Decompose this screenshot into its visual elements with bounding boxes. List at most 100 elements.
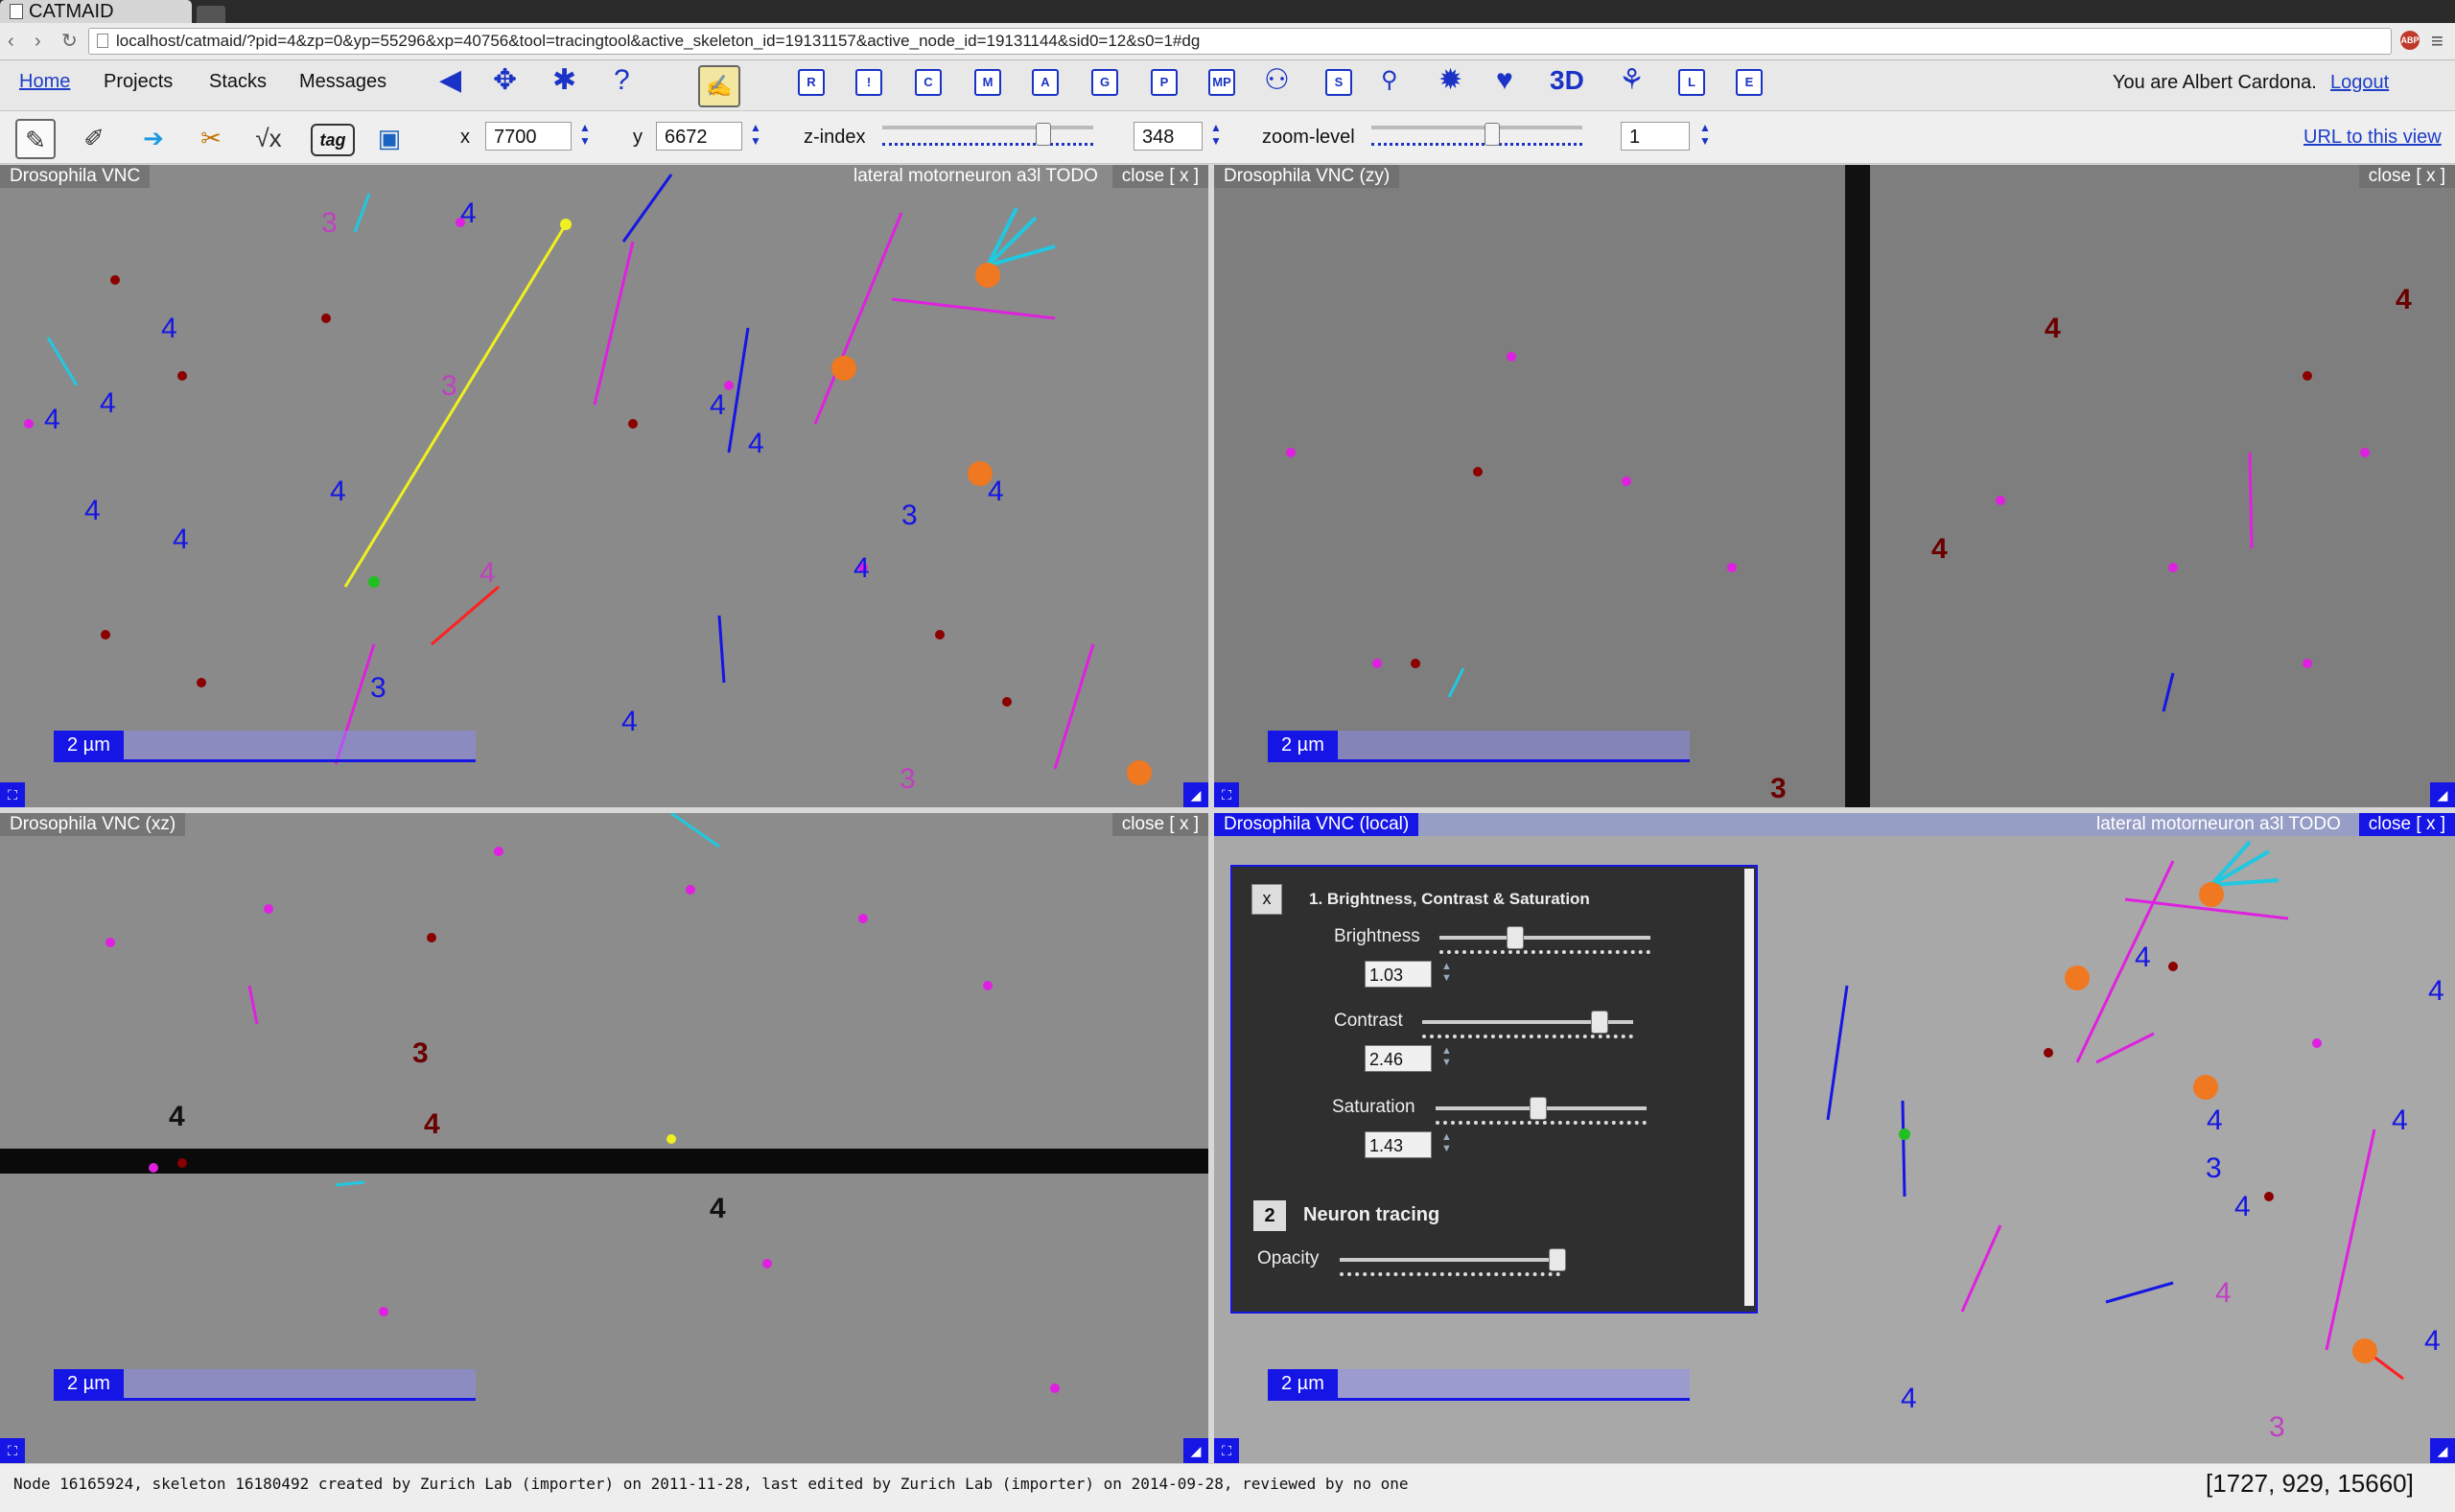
close-panel-button[interactable]: close [ x ]	[1111, 813, 1208, 836]
node[interactable]	[628, 419, 638, 429]
node[interactable]	[321, 314, 331, 323]
close-panel-button[interactable]: close [ x ]	[1111, 165, 1208, 188]
saturation-input[interactable]: 1.43	[1365, 1131, 1432, 1158]
active-node[interactable]	[1127, 760, 1152, 785]
node[interactable]	[935, 630, 945, 640]
tool-s-icon[interactable]: S	[1325, 69, 1352, 96]
node[interactable]	[2312, 1038, 2322, 1048]
brightness-stepper-icon[interactable]: ▲ ▼	[1441, 961, 1452, 984]
y-input[interactable]: 6672	[656, 122, 742, 151]
dialog-scrollbar[interactable]	[1744, 869, 1754, 1306]
heart-question-icon[interactable]: ♥	[1496, 63, 1513, 98]
node[interactable]	[1002, 697, 1012, 707]
stack-viewer-zy[interactable]: Drosophila VNC (zy) close [ x ] 4 4 4 3 …	[1214, 165, 2455, 807]
logout-link[interactable]: Logout	[2330, 72, 2389, 94]
fullscreen-toggle-icon[interactable]: ⛶	[1214, 782, 1239, 807]
contrast-stepper-icon[interactable]: ▲ ▼	[1441, 1045, 1452, 1068]
node[interactable]	[1622, 477, 1631, 486]
node[interactable]	[1507, 352, 1516, 361]
tool-a-icon[interactable]: A	[1032, 69, 1059, 96]
tool-m-icon[interactable]: M	[974, 69, 1001, 96]
brightness-slider-track[interactable]	[1439, 936, 1650, 940]
node[interactable]	[2168, 563, 2178, 572]
resize-handle-icon[interactable]: ◢	[2430, 1438, 2455, 1463]
saturation-slider-handle[interactable]	[1530, 1097, 1547, 1120]
tag-button[interactable]: tag	[311, 124, 355, 156]
help-icon[interactable]: ?	[614, 63, 630, 98]
adblock-icon[interactable]: ABP	[2400, 31, 2420, 50]
zindex-input[interactable]: 348	[1134, 122, 1203, 151]
node[interactable]	[1372, 659, 1382, 668]
zindex-stepper-icon[interactable]: ▲ ▼	[1210, 121, 1222, 148]
zindex-slider-handle[interactable]	[1036, 123, 1051, 146]
node[interactable]	[110, 275, 120, 285]
fullscreen-toggle-icon[interactable]: ⛶	[1214, 1438, 1239, 1463]
close-panel-button[interactable]: close [ x ]	[2358, 813, 2455, 836]
x-input[interactable]: 7700	[485, 122, 572, 151]
browser-menu-icon[interactable]: ≡	[2431, 29, 2443, 54]
menu-home[interactable]: Home	[19, 71, 70, 93]
browser-tab[interactable]: CATMAID	[0, 0, 192, 23]
close-panel-button[interactable]: close [ x ]	[2358, 165, 2455, 188]
medal-icon[interactable]: ⚘	[1619, 63, 1645, 98]
node[interactable]	[427, 933, 436, 942]
skeleton-node[interactable]	[368, 576, 380, 588]
node[interactable]	[149, 1163, 158, 1173]
navigate-icon[interactable]: ◀	[439, 63, 461, 98]
url-to-view-link[interactable]: URL to this view	[2303, 127, 2442, 149]
network-gear-icon[interactable]: ✹	[1438, 63, 1462, 98]
3d-viewer-icon[interactable]: 3D	[1550, 63, 1584, 98]
node[interactable]	[177, 371, 187, 381]
active-node[interactable]	[2065, 965, 2090, 990]
new-tab-button[interactable]	[197, 6, 225, 23]
active-node[interactable]	[831, 356, 856, 381]
x-stepper-icon[interactable]: ▲ ▼	[579, 121, 591, 148]
node[interactable]	[105, 938, 115, 947]
forward-icon[interactable]: ›	[35, 30, 41, 53]
url-field[interactable]: localhost/catmaid/?pid=4&zp=0&yp=55296&x…	[88, 28, 2392, 55]
node[interactable]	[264, 904, 273, 914]
opacity-slider-track[interactable]	[1340, 1258, 1560, 1262]
active-node[interactable]	[975, 263, 1000, 288]
menu-messages[interactable]: Messages	[299, 71, 386, 93]
node[interactable]	[2264, 1192, 2274, 1201]
y-stepper-icon[interactable]: ▲ ▼	[750, 121, 761, 148]
tool-c-icon[interactable]: C	[915, 69, 942, 96]
tool-mp-icon[interactable]: MP	[1208, 69, 1235, 96]
node[interactable]	[2303, 659, 2312, 668]
stack-viewer-xy[interactable]: Drosophila VNC lateral motorneuron a3l T…	[0, 165, 1208, 807]
tracing-overlay[interactable]: 3 4 4 4	[0, 813, 1208, 1463]
node[interactable]	[858, 914, 868, 923]
resize-handle-icon[interactable]: ◢	[1183, 782, 1208, 807]
back-icon[interactable]: ‹	[8, 30, 14, 53]
tool-l-icon[interactable]: L	[1678, 69, 1705, 96]
sqrt-icon[interactable]: √x	[249, 119, 288, 157]
node[interactable]	[1411, 659, 1420, 668]
active-node[interactable]	[2199, 882, 2224, 907]
node[interactable]	[24, 419, 34, 429]
arrow-next-icon[interactable]: ➔	[134, 119, 173, 157]
zindex-slider-track[interactable]	[882, 126, 1093, 129]
tool-exclaim-icon[interactable]: !	[855, 69, 882, 96]
resize-handle-icon[interactable]: ◢	[1183, 1438, 1208, 1463]
settings-gear-icon[interactable]: ✱	[552, 63, 576, 98]
trace-pen-icon[interactable]: ✎	[15, 119, 56, 159]
node[interactable]	[983, 981, 993, 990]
reload-icon[interactable]: ↻	[61, 30, 78, 53]
layer-settings-dialog[interactable]: x 1. Brightness, Contrast & Saturation B…	[1230, 865, 1758, 1314]
save-icon[interactable]: ▣	[370, 119, 409, 157]
magnifier-icon[interactable]: ⚲	[1381, 63, 1398, 98]
menu-projects[interactable]: Projects	[104, 71, 173, 93]
active-node[interactable]	[2352, 1338, 2377, 1363]
node[interactable]	[2168, 962, 2178, 971]
stack-viewer-xz[interactable]: Drosophila VNC (xz) close [ x ] 3 4 4 4 …	[0, 813, 1208, 1463]
node[interactable]	[2360, 448, 2370, 457]
node[interactable]	[177, 1158, 187, 1168]
zoom-input[interactable]: 1	[1621, 122, 1690, 151]
contrast-input[interactable]: 2.46	[1365, 1045, 1432, 1072]
node[interactable]	[1050, 1384, 1060, 1393]
brightness-input[interactable]: 1.03	[1365, 961, 1432, 988]
tracing-overlay[interactable]: 4 3 4 4 3 4 4 4 4 3 4 4 3 4 4 4 4 3	[0, 165, 1208, 807]
scissors-icon[interactable]: ✂	[192, 119, 230, 157]
tracing-tool-icon[interactable]: ✍	[698, 65, 740, 107]
